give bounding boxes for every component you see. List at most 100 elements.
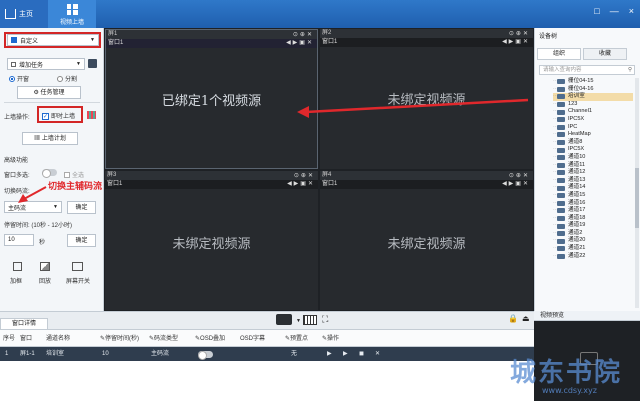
osd-toggle[interactable] (198, 351, 213, 360)
tree-item-label: 通道21 (568, 245, 586, 252)
table-row[interactable]: 1 屏1-1 培训室 10 主码流 无 ▶ ▶ ◼ ✕ (0, 347, 534, 361)
scrollbar-thumb[interactable] (635, 168, 639, 228)
tree-line-icon: ⋯ (553, 131, 558, 138)
layout-color-button[interactable] (276, 314, 292, 325)
clear-wall-icon[interactable]: ⏏ (522, 314, 530, 323)
tree-item[interactable]: ⋯ 通道13 (553, 177, 633, 185)
tree-item[interactable]: ⋯ 培训室 (553, 93, 633, 101)
device-search-input[interactable]: 请输入查询内容 ⚲ (539, 65, 635, 75)
column-header-text: OSD叠加 (200, 336, 226, 342)
play-icon[interactable]: ▶ (343, 347, 348, 361)
arrow-to-pane (305, 98, 529, 114)
tree-item[interactable]: ⋯ 通道15 (553, 192, 633, 200)
tree-item[interactable]: ⋯ 通道10 (553, 154, 633, 162)
camera-icon (557, 238, 565, 244)
tree-item-label: 通道17 (568, 207, 586, 214)
column-header-text: 停留时间(秒) (105, 336, 140, 342)
column-header: 窗口 (20, 336, 33, 342)
tree-line-icon: ⋯ (553, 184, 558, 191)
tree-line-icon: ⋯ (553, 245, 558, 252)
fullscreen-icon[interactable]: ⛶ (322, 314, 328, 325)
tree-item[interactable]: ⋯ 通道16 (553, 200, 633, 208)
camera-icon (557, 79, 565, 85)
tree-item[interactable]: ⋯ 通道19 (553, 222, 633, 230)
tree-item[interactable]: ⋯ 通道2 (553, 230, 633, 238)
tree-item[interactable]: ⋯ IPC (553, 124, 633, 132)
cell-dwell: 10 (102, 351, 109, 357)
tree-item[interactable]: ⋯ 通道21 (553, 245, 633, 253)
camera-icon (557, 102, 565, 108)
camera-icon (557, 147, 565, 153)
camera-icon (557, 185, 565, 191)
tree-item[interactable]: ⋯ Channel1 (553, 108, 633, 116)
search-icon[interactable]: ⚲ (628, 66, 632, 75)
tree-item[interactable]: ⋯ 通道12 (553, 169, 633, 177)
tree-item[interactable]: ⋯ 通道20 (553, 237, 633, 245)
column-header: ✎预置点 (285, 330, 308, 348)
tab-window-detail[interactable]: 窗口详情 (0, 318, 48, 329)
lock-icon[interactable]: 🔒 (508, 314, 518, 323)
column-header: ✎操作 (322, 330, 339, 348)
tree-item[interactable]: ⋯ 123 (553, 101, 633, 109)
column-header: ✎码流类型 (149, 330, 178, 348)
column-header: OSD字幕 (240, 336, 266, 342)
tree-line-icon: ⋯ (553, 115, 558, 122)
tree-line-icon: ⋯ (553, 237, 558, 244)
camera-icon (557, 109, 565, 115)
tree-item-label: 通道14 (568, 184, 586, 191)
tree-line-icon: ⋯ (553, 146, 558, 153)
tree-line-icon: ⋯ (553, 176, 558, 183)
tab-favorite[interactable]: 收藏 (583, 48, 627, 60)
camera-icon (557, 124, 565, 130)
tree-line-icon: ⋯ (553, 123, 558, 130)
close-icon[interactable]: ✕ (375, 347, 380, 361)
cell-index: 1 (5, 351, 9, 357)
tree-item[interactable]: ⋯ 通道14 (553, 184, 633, 192)
tree-item[interactable]: ⋯ 通道22 (553, 253, 633, 261)
tree-item-label: IPC5X (568, 115, 585, 122)
watermark-url: www.cdsy.xyz (542, 386, 597, 395)
watermark-text: 城东书院 (510, 358, 623, 388)
tree-item-label: HeatMap (568, 131, 591, 138)
tree-line-icon: ⋯ (553, 191, 558, 198)
chevron-down-icon[interactable]: ▼ (296, 318, 301, 324)
tree-item[interactable]: ⋯ IPC5X (553, 146, 633, 154)
tree-item[interactable]: ⋯ HeatMap (553, 131, 633, 139)
camera-icon (557, 223, 565, 229)
tree-line-icon: ⋯ (553, 78, 558, 84)
tab-organization[interactable]: 组织 (537, 48, 581, 60)
cell-stream: 主码流 (151, 351, 170, 357)
camera-icon (557, 178, 565, 184)
camera-icon (557, 86, 565, 92)
device-tree-title: 设备树 (539, 34, 558, 40)
cell-window: 屏1-1 (20, 351, 35, 357)
tree-scrollbar[interactable] (635, 78, 639, 308)
camera-icon (557, 253, 565, 259)
tree-item[interactable]: ⋯ IPC5X (553, 116, 633, 124)
tree-line-icon: ⋯ (553, 138, 558, 145)
tree-item[interactable]: ⋯ 通道8 (553, 139, 633, 147)
camera-icon (557, 231, 565, 237)
tree-line-icon: ⋯ (553, 153, 558, 160)
camera-icon (557, 200, 565, 206)
video-preview-title: 视频预览 (534, 311, 640, 321)
tree-item[interactable]: ⋯ 通道11 (553, 162, 633, 170)
wall-grid-icon[interactable] (303, 315, 317, 325)
play-icon[interactable]: ▶ (327, 347, 332, 361)
tree-item[interactable]: ⋯ 通道17 (553, 207, 633, 215)
tree-item[interactable]: ⋯ 栅位04-15 (553, 78, 633, 86)
tree-item[interactable]: ⋯ 通道18 (553, 215, 633, 223)
camera-icon (557, 117, 565, 123)
tree-item[interactable]: ⋯ 栅位04-16 (553, 86, 633, 94)
column-header-text: 码流类型 (154, 336, 179, 342)
camera-icon (557, 193, 565, 199)
column-header: ✎停留时间(秒) (100, 330, 139, 348)
cell-channel: 培训室 (46, 351, 65, 357)
device-tree-panel: 设备树 组织 收藏 请输入查询内容 ⚲ ⋯ 栅位04-15 ⋯ 栅位04-16 ⋯ 培训室 ⋯… (534, 28, 640, 311)
stop-icon[interactable]: ◼ (359, 347, 364, 361)
camera-icon (557, 140, 565, 146)
search-placeholder: 请输入查询内容 (543, 67, 582, 73)
tree-item-label: IPC5X (568, 146, 585, 153)
camera-icon (557, 132, 565, 138)
tree-item-label: 通道20 (568, 237, 586, 244)
